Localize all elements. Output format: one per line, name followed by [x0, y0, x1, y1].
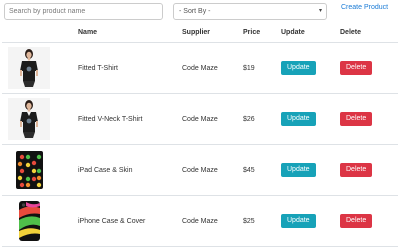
products-table: Name Supplier Price Update Delete Fitted… — [2, 23, 398, 247]
delete-button[interactable]: Delete — [340, 214, 373, 228]
product-name: iPad Case & Skin — [78, 144, 182, 196]
column-header-image — [2, 23, 78, 43]
column-header-supplier: Supplier — [182, 23, 243, 43]
product-image-cell — [2, 42, 78, 94]
column-header-name: Name — [78, 23, 182, 43]
product-price: $26 — [243, 93, 281, 145]
product-price: $45 — [243, 144, 281, 196]
black-tshirt-photo — [8, 47, 50, 89]
product-name: Fitted V-Neck T-Shirt — [78, 93, 182, 145]
ipad-case-photo — [8, 149, 50, 191]
product-image-cell — [2, 93, 78, 145]
table-row: Fitted V-Neck T-Shirt Code Maze $26 Upda… — [2, 93, 398, 145]
update-button[interactable]: Update — [281, 112, 316, 126]
chevron-down-icon: ▾ — [318, 8, 322, 14]
table-row: Fitted T-Shirt Code Maze $19 Update Dele… — [2, 42, 398, 94]
product-name: iPhone Case & Cover — [78, 195, 182, 247]
update-button[interactable]: Update — [281, 61, 316, 75]
product-supplier: Code Maze — [182, 93, 243, 145]
product-price: $19 — [243, 42, 281, 94]
table-row: iPhone Case & Cover Code Maze $25 Update… — [2, 195, 398, 247]
delete-button[interactable]: Delete — [340, 163, 373, 177]
sort-select[interactable]: - Sort By - ▾ — [173, 3, 327, 20]
update-button[interactable]: Update — [281, 214, 316, 228]
iphone-case-photo — [8, 200, 50, 242]
create-product-link[interactable]: Create Product — [341, 4, 388, 11]
table-row: iPad Case & Skin Code Maze $45 Update De… — [2, 144, 398, 196]
sort-select-value: - Sort By - — [179, 8, 211, 15]
product-name: Fitted T-Shirt — [78, 42, 182, 94]
column-header-update: Update — [281, 23, 340, 43]
product-supplier: Code Maze — [182, 144, 243, 196]
update-button[interactable]: Update — [281, 163, 316, 177]
product-image-cell — [2, 195, 78, 247]
product-price: $25 — [243, 195, 281, 247]
product-supplier: Code Maze — [182, 195, 243, 247]
delete-button[interactable]: Delete — [340, 112, 373, 126]
search-input[interactable] — [4, 3, 163, 20]
column-header-price: Price — [243, 23, 281, 43]
product-supplier: Code Maze — [182, 42, 243, 94]
table-header-row: Name Supplier Price Update Delete — [2, 23, 398, 43]
column-header-delete: Delete — [340, 23, 398, 43]
product-image-cell — [2, 144, 78, 196]
delete-button[interactable]: Delete — [340, 61, 373, 75]
black-vneck-tshirt-photo — [8, 98, 50, 140]
